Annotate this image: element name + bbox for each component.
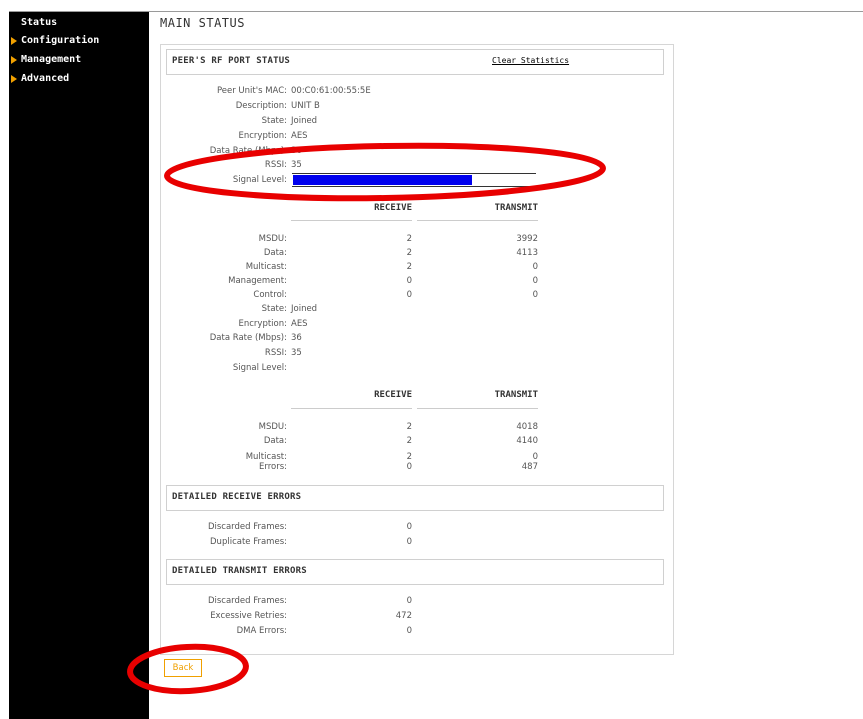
errors-label: Errors: [258,462,287,472]
msdu-transmit: 4018 [516,422,538,432]
receive-header: RECEIVE [374,203,412,213]
state-value: Joined [291,116,318,126]
msdu-label: MSDU: [258,422,287,432]
description-value: UNIT B [291,101,320,111]
management-label: Management: [228,276,287,286]
multicast-label: Multicast: [245,262,287,272]
peer-mac-label: Peer Unit's MAC: [216,86,287,96]
encryption-label: Encryption: [238,319,288,329]
encryption-value: AES [291,319,308,329]
transmit-underline [417,408,538,409]
signal-level-fill [293,175,472,185]
tx-dma-errors-value: 0 [406,626,412,636]
encryption-value: AES [291,131,308,141]
data-rate-label: Data Rate (Mbps): [209,333,287,343]
transmit-underline [417,220,538,221]
multicast-receive: 2 [406,262,412,272]
msdu-receive: 2 [406,422,412,432]
rx-duplicate-frames-value: 0 [406,537,412,547]
rssi-label: RSSI: [264,160,287,170]
state-label: State: [261,116,287,126]
management-receive: 0 [406,276,412,286]
msdu-label: MSDU: [258,234,287,244]
control-transmit: 0 [532,290,538,300]
arrow-right-icon [11,75,17,83]
section-title: PEER'S RF PORT STATUS [172,56,290,66]
tx-dma-errors-label: DMA Errors: [236,626,287,636]
detailed-receive-errors-header: DETAILED RECEIVE ERRORS [166,485,664,511]
data-rate-label: Data Rate (Mbps): [209,146,287,156]
tx-discarded-frames-label: Discarded Frames: [207,596,287,606]
data-transmit: 4113 [516,248,538,258]
clear-statistics-link[interactable]: Clear Statistics [492,56,569,65]
section-title: DETAILED TRANSMIT ERRORS [172,566,307,576]
rx-discarded-frames-label: Discarded Frames: [207,522,287,532]
receive-underline [291,220,412,221]
control-receive: 0 [406,290,412,300]
tx-excessive-retries-label: Excessive Retries: [210,611,287,621]
control-label: Control: [253,290,287,300]
msdu-transmit: 3992 [516,234,538,244]
rx-duplicate-frames-label: Duplicate Frames: [210,537,287,547]
signal-level-label: Signal Level: [232,363,287,373]
receive-underline [291,408,412,409]
peer-mac-value: 00:C0:61:00:55:5E [291,86,371,96]
data-label: Data: [263,248,287,258]
sidebar-item-label: Status [21,17,58,28]
receive-header: RECEIVE [374,390,412,400]
encryption-label: Encryption: [238,131,288,141]
sidebar-item-label: Advanced [21,73,70,84]
errors-receive: 0 [406,462,412,472]
state-value: Joined [291,304,318,314]
transmit-header: TRANSMIT [494,203,538,213]
state-label: State: [261,304,287,314]
rssi-value: 35 [291,160,302,170]
multicast-label: Multicast: [245,452,287,462]
multicast-transmit: 0 [532,262,538,272]
section-title: DETAILED RECEIVE ERRORS [172,492,302,502]
errors-transmit: 487 [521,462,538,472]
arrow-right-icon [11,37,17,45]
data-rate-value: 36 [291,333,302,343]
data-label: Data: [263,436,287,446]
data-rate-value: 36 [291,146,302,156]
tx-discarded-frames-value: 0 [406,596,412,606]
rssi-label: RSSI: [264,348,287,358]
back-button[interactable]: Back [164,659,202,677]
page-title: MAIN STATUS [160,16,245,30]
multicast-transmit: 0 [532,452,538,462]
data-receive: 2 [406,248,412,258]
description-label: Description: [235,101,287,111]
rf-port-status-header: PEER'S RF PORT STATUS [166,49,664,75]
multicast-receive: 2 [406,452,412,462]
sidebar-item-label: Management [21,54,82,65]
rssi-value: 35 [291,348,302,358]
tx-excessive-retries-value: 472 [395,611,412,621]
data-receive: 2 [406,436,412,446]
arrow-right-icon [11,56,17,64]
sidebar-item-label: Configuration [21,35,100,46]
signal-level-label: Signal Level: [232,175,287,185]
data-transmit: 4140 [516,436,538,446]
msdu-receive: 2 [406,234,412,244]
rx-discarded-frames-value: 0 [406,522,412,532]
signal-level-bar [292,173,536,187]
transmit-header: TRANSMIT [494,390,538,400]
detailed-transmit-errors-header: DETAILED TRANSMIT ERRORS [166,559,664,585]
management-transmit: 0 [532,276,538,286]
